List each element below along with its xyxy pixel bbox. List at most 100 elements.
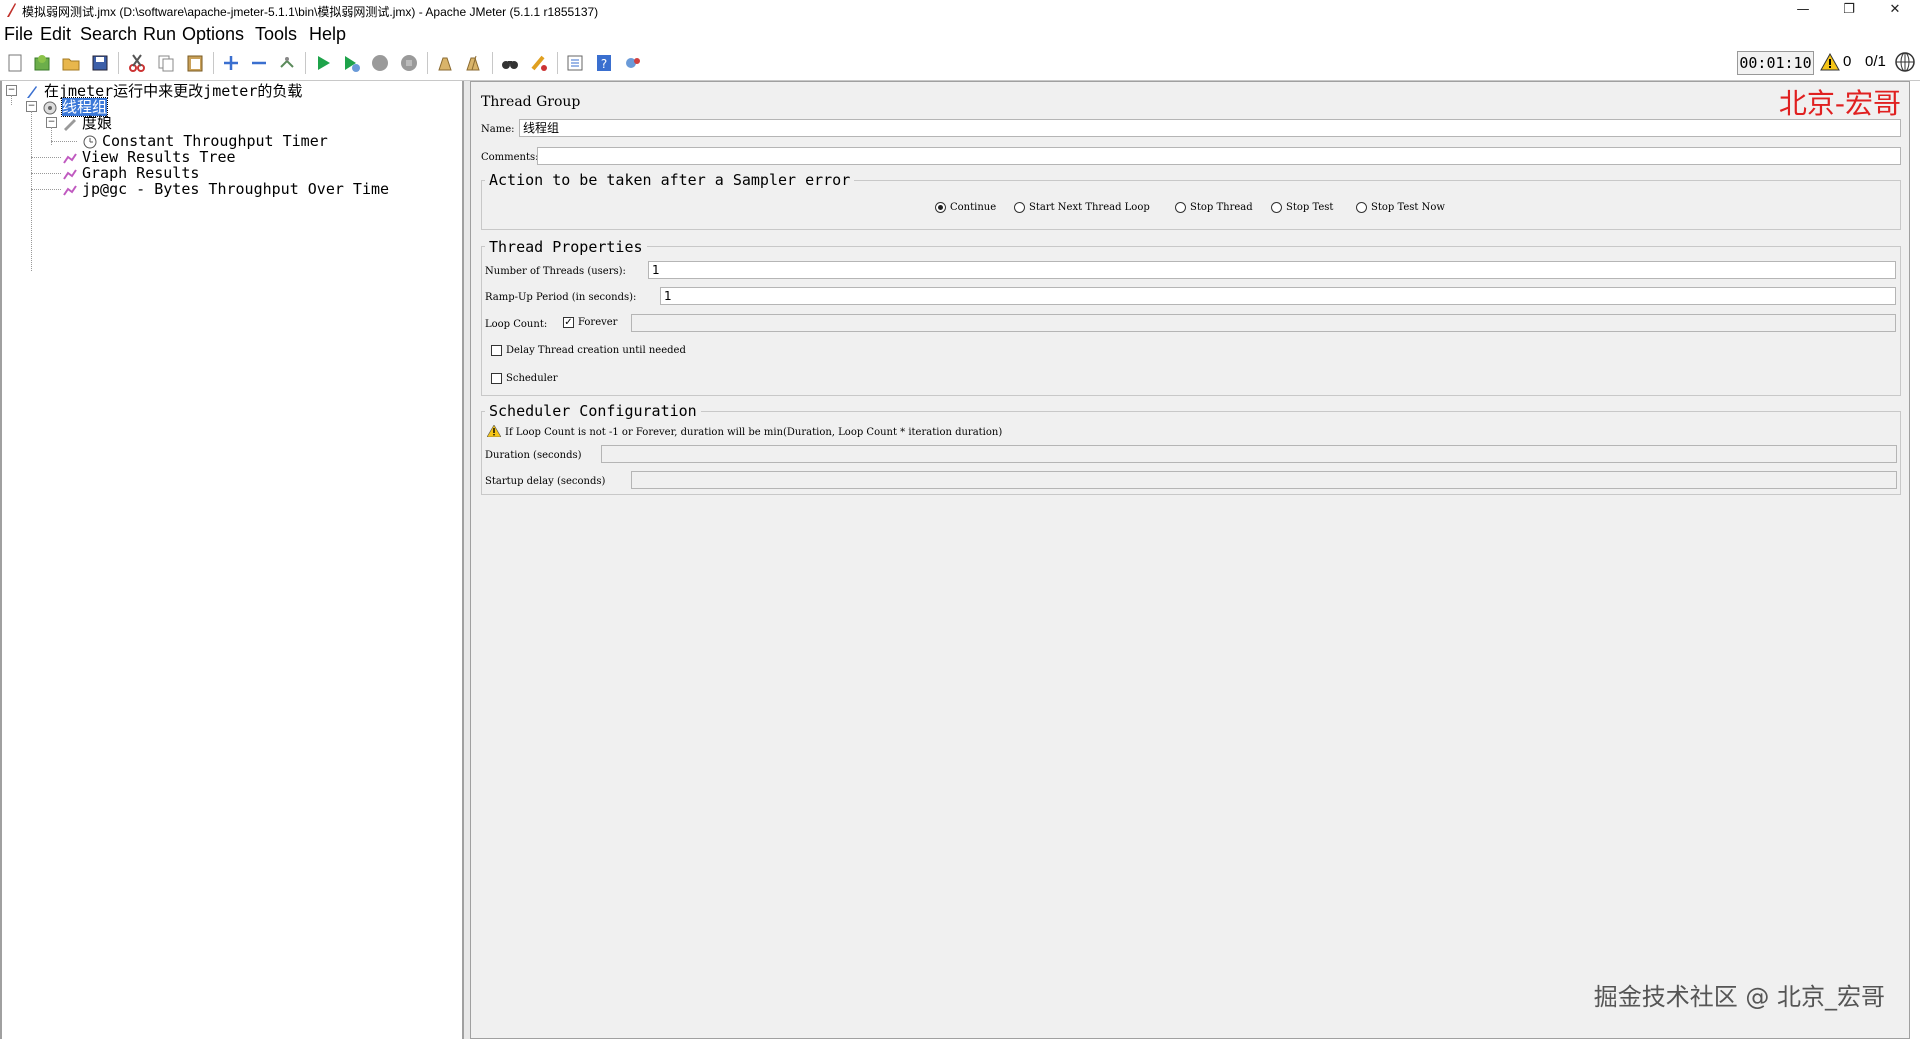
- menu-edit[interactable]: Edit: [40, 24, 71, 45]
- clear-all-icon[interactable]: [463, 52, 485, 74]
- radio-start-next-loop[interactable]: Start Next Thread Loop: [1014, 202, 1150, 213]
- duration-label: Duration (seconds): [485, 450, 582, 461]
- start-no-pause-icon[interactable]: [340, 52, 362, 74]
- watermark-top: 北京-宏哥: [1778, 87, 1901, 120]
- test-plan-icon: [27, 85, 37, 98]
- panel-title: Thread Group: [481, 94, 581, 110]
- tree-node-controller[interactable]: 度娘: [62, 115, 112, 131]
- function-helper-icon[interactable]: [564, 52, 586, 74]
- tree-node-bytes-throughput[interactable]: jp@gc - Bytes Throughput Over Time: [62, 181, 389, 197]
- radio-stop-test-label: Stop Test: [1286, 202, 1334, 213]
- radio-continue[interactable]: Continue: [935, 202, 996, 213]
- radio-dot: [1356, 202, 1367, 213]
- save-icon[interactable]: [89, 52, 111, 74]
- radio-dot: [1014, 202, 1025, 213]
- tree-node-timer[interactable]: Constant Throughput Timer: [82, 133, 328, 149]
- threads-label: Number of Threads (users):: [485, 266, 626, 277]
- copy-icon[interactable]: [155, 52, 177, 74]
- jmeter-feather-icon: [7, 3, 16, 17]
- collapse-icon[interactable]: [248, 52, 270, 74]
- bytes-throughput-label: jp@gc - Bytes Throughput Over Time: [82, 180, 390, 198]
- close-button[interactable]: ✕: [1872, 0, 1918, 22]
- radio-stop-test[interactable]: Stop Test: [1271, 202, 1333, 213]
- minimize-button[interactable]: —: [1780, 0, 1826, 22]
- forever-check-icon: ✓: [563, 317, 574, 328]
- thread-properties-title: Thread Properties: [485, 238, 647, 256]
- elapsed-time: 00:01:10: [1737, 51, 1814, 75]
- controller-label: 度娘: [82, 114, 113, 132]
- radio-dot: [935, 202, 946, 213]
- title-bar: 模拟弱网测试.jmx (D:\software\apache-jmeter-5.…: [0, 0, 1920, 22]
- menu-help[interactable]: Help: [309, 24, 346, 45]
- scheduler-checkbox[interactable]: Scheduler: [491, 373, 558, 384]
- controller-icon: [64, 118, 76, 131]
- templates-icon[interactable]: [31, 52, 53, 74]
- delay-thread-label: Delay Thread creation until needed: [506, 345, 686, 356]
- warning-icon[interactable]: [1820, 53, 1840, 71]
- clear-icon[interactable]: [434, 52, 456, 74]
- tree-node-thread-group[interactable]: 线程组: [42, 97, 109, 117]
- listener-icon: [63, 184, 77, 196]
- shutdown-icon[interactable]: [398, 52, 420, 74]
- menu-run[interactable]: Run: [143, 24, 176, 45]
- comments-field[interactable]: [537, 147, 1901, 165]
- radio-stop-test-now-label: Stop Test Now: [1371, 202, 1445, 213]
- watermark-bottom: 掘金技术社区 @ 北京_宏哥: [1593, 983, 1885, 1011]
- radio-stop-thread[interactable]: Stop Thread: [1175, 202, 1253, 213]
- duration-field[interactable]: [601, 445, 1897, 463]
- open-icon[interactable]: [60, 52, 82, 74]
- radio-start-next-loop-label: Start Next Thread Loop: [1029, 202, 1150, 213]
- name-label: Name:: [481, 124, 515, 135]
- rampup-label: Ramp-Up Period (in seconds):: [485, 292, 637, 303]
- menu-options[interactable]: Options: [182, 24, 244, 45]
- expand-icon[interactable]: [220, 52, 242, 74]
- forever-label: Forever: [578, 317, 618, 328]
- stop-icon[interactable]: [369, 52, 391, 74]
- thread-group-icon: [43, 101, 57, 114]
- svg-text:?: ?: [601, 57, 607, 71]
- menu-bar: File Edit Search Run Options Tools Help: [0, 22, 1920, 46]
- active-threads: 0/1: [1865, 53, 1886, 70]
- reset-search-icon[interactable]: [528, 52, 550, 74]
- warning-count: 0: [1843, 53, 1852, 70]
- forever-checkbox[interactable]: ✓ Forever: [563, 317, 617, 328]
- start-icon[interactable]: [312, 52, 334, 74]
- startup-delay-field[interactable]: [631, 471, 1897, 489]
- radio-dot: [1271, 202, 1282, 213]
- threads-field[interactable]: 1: [648, 261, 1896, 279]
- help-icon[interactable]: ?: [593, 52, 615, 74]
- remote-icon[interactable]: [622, 52, 644, 74]
- loop-count-field[interactable]: [631, 314, 1896, 332]
- menu-file[interactable]: File: [4, 24, 33, 45]
- new-icon[interactable]: [4, 52, 26, 74]
- delay-thread-checkbox[interactable]: Delay Thread creation until needed: [491, 345, 686, 356]
- menu-tools[interactable]: Tools: [255, 24, 297, 45]
- test-plan-tree: − 在jmeter运行中来更改jmeter的负载 − 线程组 − 度娘 Cons…: [0, 81, 464, 1039]
- toolbar: ? 00:01:10 0 0/1: [0, 46, 1920, 81]
- scheduler-config-title: Scheduler Configuration: [485, 402, 701, 420]
- tree-node-graph-results[interactable]: Graph Results: [62, 165, 199, 181]
- tree-node-test-plan[interactable]: 在jmeter运行中来更改jmeter的负载: [24, 83, 302, 99]
- comments-label: Comments:: [481, 152, 539, 163]
- toggle-icon[interactable]: [276, 52, 298, 74]
- restore-button[interactable]: ❐: [1826, 0, 1872, 22]
- radio-stop-test-now[interactable]: Stop Test Now: [1356, 202, 1445, 213]
- window-title: 模拟弱网测试.jmx (D:\software\apache-jmeter-5.…: [22, 5, 599, 19]
- cut-icon[interactable]: [126, 52, 148, 74]
- name-field[interactable]: 线程组: [519, 119, 1901, 137]
- search-icon[interactable]: [499, 52, 521, 74]
- timer-icon: [83, 135, 97, 148]
- paste-icon[interactable]: [184, 52, 206, 74]
- menu-search[interactable]: Search: [80, 24, 137, 45]
- listener-icon: [63, 168, 77, 180]
- loop-count-label: Loop Count:: [485, 319, 548, 330]
- scheduler-note: If Loop Count is not -1 or Forever, dura…: [505, 427, 1003, 438]
- remote-status-icon[interactable]: [1894, 51, 1916, 73]
- thread-group-panel: Thread Group 北京-宏哥 Name: 线程组 Comments: A…: [470, 81, 1910, 1039]
- rampup-field[interactable]: 1: [660, 287, 1896, 305]
- startup-delay-label: Startup delay (seconds): [485, 476, 606, 487]
- sampler-error-title: Action to be taken after a Sampler error: [485, 171, 855, 189]
- radio-dot: [1175, 202, 1186, 213]
- scheduler-label: Scheduler: [506, 373, 558, 384]
- tree-node-view-results-tree[interactable]: View Results Tree: [62, 149, 236, 165]
